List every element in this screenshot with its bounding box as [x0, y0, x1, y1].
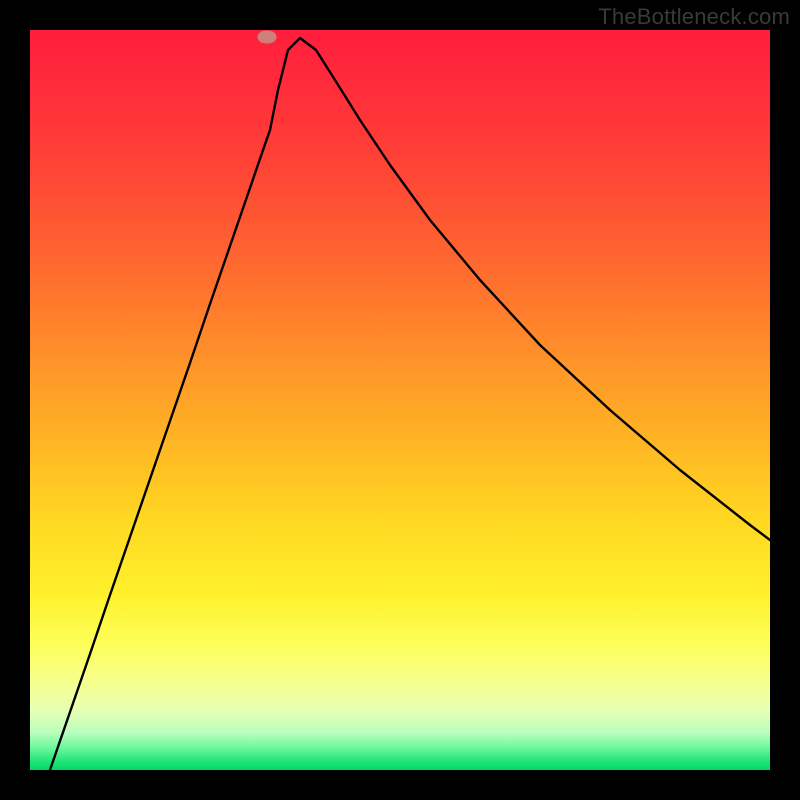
bottleneck-curve [30, 30, 770, 770]
plot-area [30, 30, 770, 770]
optimal-point-marker [258, 31, 277, 44]
chart-stage: TheBottleneck.com [0, 0, 800, 800]
watermark-label: TheBottleneck.com [598, 4, 790, 30]
